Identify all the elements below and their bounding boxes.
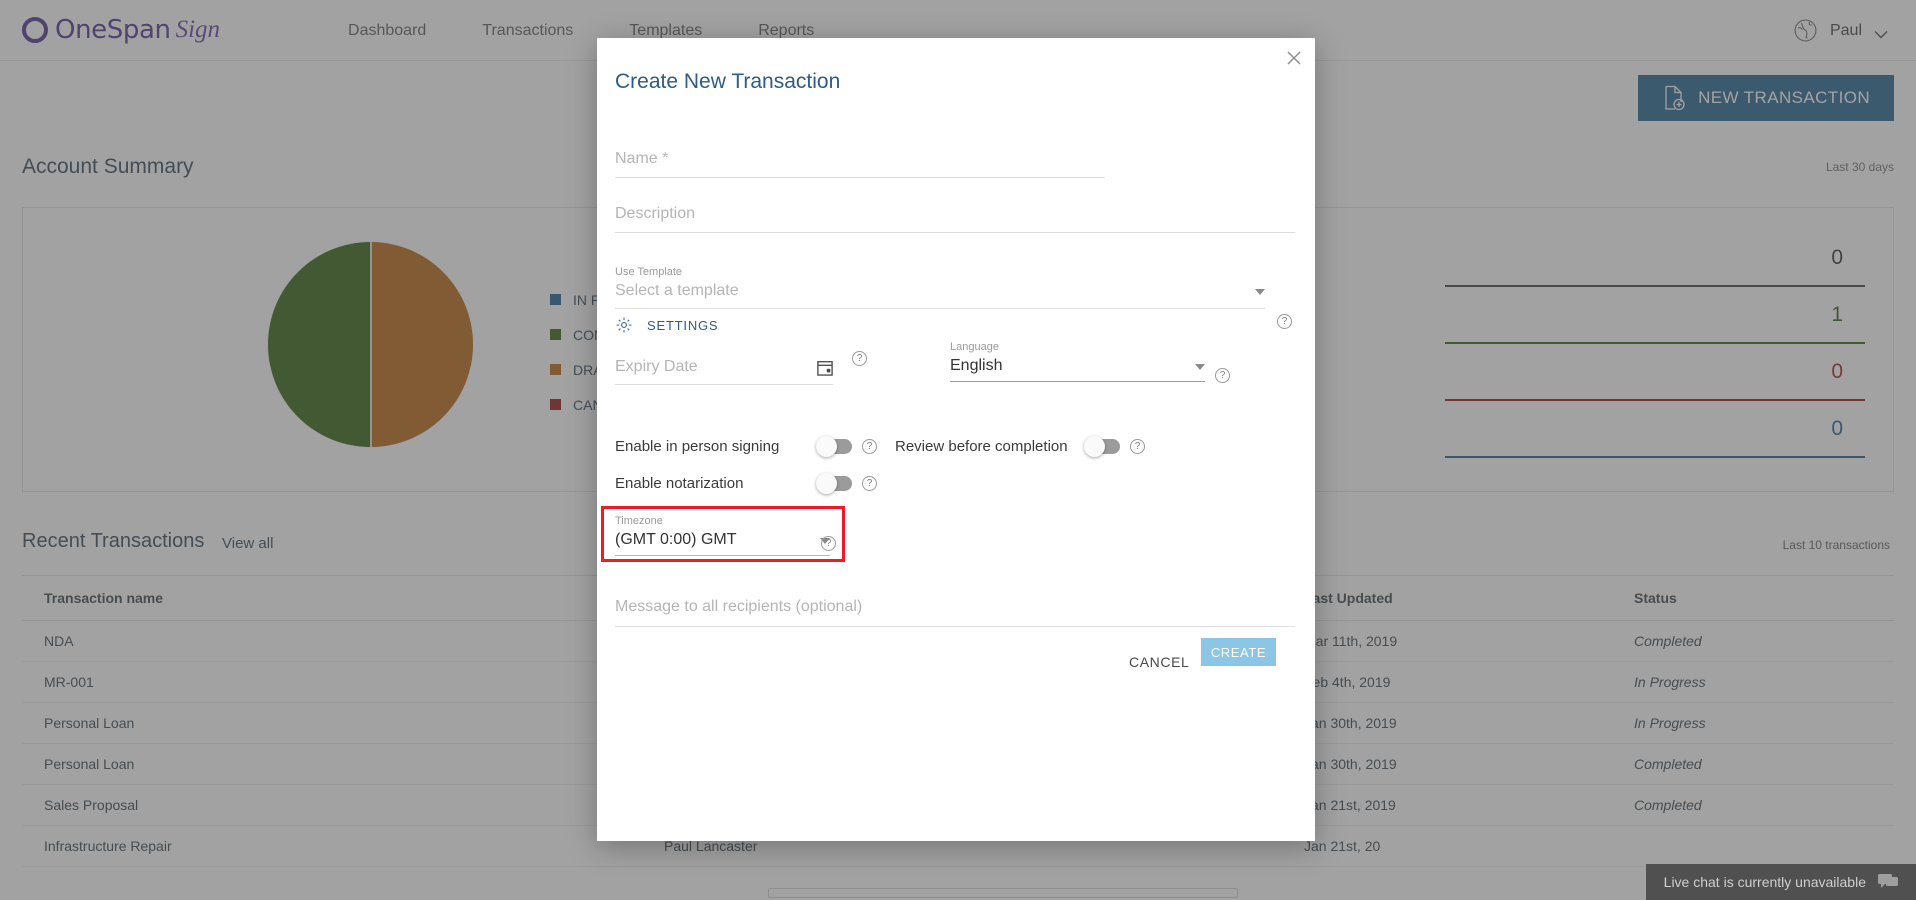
review-before-completion-help-icon[interactable]: ? (1130, 439, 1145, 454)
language-select[interactable]: Language English (950, 341, 1205, 382)
toggle-label: Enable in person signing (615, 438, 780, 455)
template-help-icon[interactable]: ? (1277, 314, 1292, 329)
settings-label: SETTINGS (647, 317, 719, 333)
timezone-value: (GMT 0:00) GMT (615, 531, 737, 548)
description-field[interactable]: Description (615, 205, 1295, 233)
timezone-help-icon[interactable]: ? (821, 536, 836, 551)
dialog-title: Create New Transaction (615, 70, 841, 93)
template-placeholder: Select a template (615, 282, 739, 299)
toggle-knob (816, 473, 837, 494)
chat-icon (1878, 874, 1898, 888)
settings-section-header[interactable]: SETTINGS (615, 316, 718, 334)
notarization-help-icon[interactable]: ? (862, 476, 877, 491)
close-icon[interactable] (1281, 45, 1307, 71)
create-transaction-dialog: Create New Transaction Name * Descriptio… (597, 38, 1315, 841)
toggle-knob (816, 436, 837, 457)
cancel-button[interactable]: CANCEL (1119, 646, 1199, 678)
name-placeholder: Name * (615, 150, 669, 167)
message-field[interactable]: Message to all recipients (optional) (615, 598, 1295, 627)
calendar-icon (817, 361, 833, 376)
live-chat-label: Live chat is currently unavailable (1663, 874, 1866, 890)
toggle-enable-in-person-signing[interactable]: Enable in person signing ? (615, 436, 877, 457)
toggle-switch-review-before-completion[interactable] (1084, 436, 1120, 457)
name-field[interactable]: Name * (615, 150, 1105, 178)
toggle-review-before-completion[interactable]: Review before completion ? (895, 436, 1145, 457)
description-placeholder: Description (615, 205, 696, 222)
timezone-label: Timezone (615, 515, 663, 527)
create-button[interactable]: CREATE (1201, 638, 1276, 666)
in-person-signing-help-icon[interactable]: ? (862, 439, 877, 454)
language-label: Language (950, 341, 999, 353)
live-chat-widget[interactable]: Live chat is currently unavailable (1645, 864, 1916, 900)
toggle-knob (1084, 436, 1105, 457)
expiry-date-field[interactable]: Expiry Date (615, 358, 833, 385)
template-select[interactable]: Use Template Select a template (615, 266, 1265, 309)
timezone-select[interactable]: Timezone (GMT 0:00) GMT (615, 515, 830, 556)
toggle-switch-in-person-signing[interactable] (816, 436, 852, 457)
gear-icon (616, 317, 632, 333)
expiry-help-icon[interactable]: ? (852, 351, 867, 366)
language-help-icon[interactable]: ? (1215, 368, 1230, 383)
template-label: Use Template (615, 266, 683, 278)
toggle-switch-notarization[interactable] (816, 473, 852, 494)
language-value: English (950, 357, 1003, 374)
app-root: OneSpan Sign Dashboard Transactions Temp… (0, 0, 1916, 900)
toggle-label: Enable notarization (615, 475, 744, 492)
toggle-enable-notarization[interactable]: Enable notarization ? (615, 473, 877, 494)
expiry-date-placeholder: Expiry Date (615, 358, 698, 375)
chevron-down-icon[interactable] (1195, 364, 1205, 370)
message-placeholder: Message to all recipients (optional) (615, 598, 863, 615)
toggle-label: Review before completion (895, 438, 1068, 455)
chevron-down-icon[interactable] (1255, 289, 1265, 295)
